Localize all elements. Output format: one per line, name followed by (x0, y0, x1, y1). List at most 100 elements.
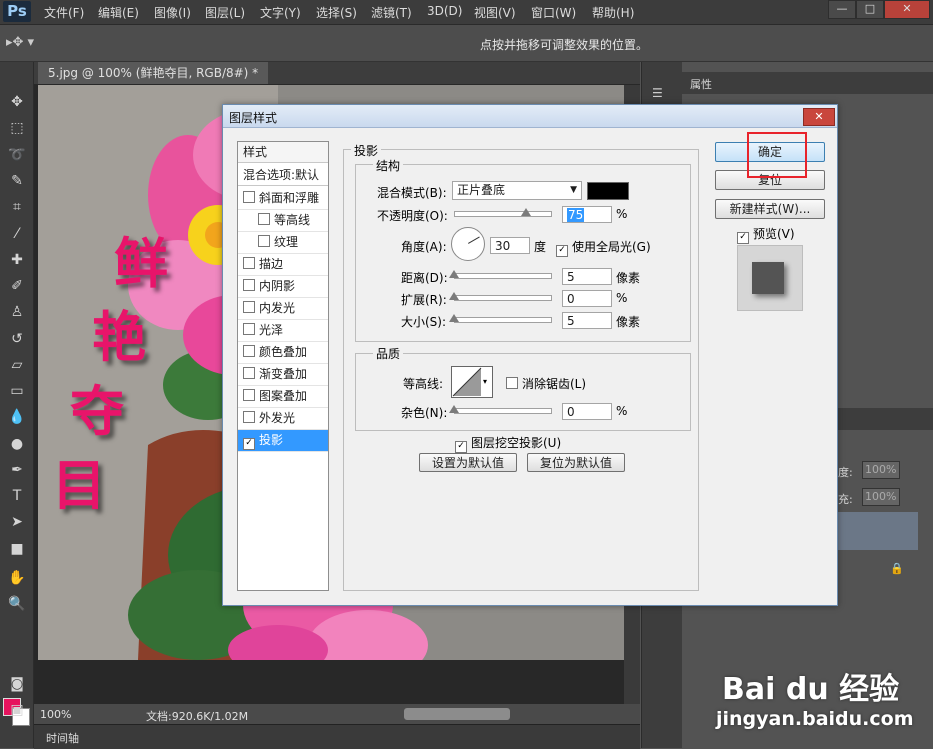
noise-field[interactable]: 0 (562, 403, 612, 420)
antialias-checkbox[interactable]: 消除锯齿(L) (506, 375, 586, 392)
layer-opacity-field[interactable]: 100% (862, 461, 900, 479)
document-tab[interactable]: 5.jpg @ 100% (鲜艳夺目, RGB/8#) * (38, 62, 269, 84)
style-checkbox-icon[interactable] (243, 367, 255, 379)
eyedropper-tool-icon[interactable]: ⁄ (7, 224, 27, 244)
minimize-button[interactable]: — (828, 0, 856, 19)
brush-tool-icon[interactable]: ✐ (7, 276, 27, 296)
type-tool-icon[interactable]: T (7, 486, 27, 506)
distance-field[interactable]: 5 (562, 268, 612, 285)
layer-fill-field[interactable]: 100% (862, 488, 900, 506)
style-item[interactable]: 等高线 (238, 210, 328, 232)
style-item[interactable]: ✓ 投影 (238, 430, 328, 452)
quick-mask-icon[interactable]: ◙ (7, 674, 27, 694)
selected-layer-row[interactable] (838, 512, 918, 550)
angle-field[interactable]: 30 (490, 237, 530, 254)
style-item[interactable]: 图案叠加 (238, 386, 328, 408)
dialog-close-button[interactable]: ✕ (803, 108, 835, 126)
style-checkbox-icon[interactable] (243, 191, 255, 203)
blur-tool-icon[interactable]: 💧 (7, 407, 27, 427)
zoom-level[interactable]: 100% (40, 708, 71, 721)
spread-slider-thumb[interactable] (449, 292, 459, 300)
menu-filter[interactable]: 滤镜(T) (371, 4, 412, 21)
blend-mode-select[interactable]: 正片叠底 ▼ (452, 181, 582, 200)
style-checkbox-icon[interactable] (243, 411, 255, 423)
opacity-field[interactable]: 75 (562, 206, 612, 223)
style-item[interactable]: 纹理 (238, 232, 328, 254)
style-item[interactable]: 渐变叠加 (238, 364, 328, 386)
distance-slider[interactable] (454, 273, 552, 279)
shape-tool-icon[interactable]: ■ (7, 539, 27, 559)
menu-layer[interactable]: 图层(L) (205, 4, 245, 21)
style-item[interactable]: 描边 (238, 254, 328, 276)
noise-slider-thumb[interactable] (449, 405, 459, 413)
global-light-checkbox[interactable]: ✓ 使用全局光(G) (556, 238, 651, 257)
style-item[interactable]: 外发光 (238, 408, 328, 430)
style-item[interactable]: 斜面和浮雕 (238, 188, 328, 210)
style-checkbox-icon[interactable] (243, 257, 255, 269)
history-panel-icon[interactable]: ☰ (652, 86, 672, 102)
styles-header[interactable]: 样式 (238, 142, 328, 163)
noise-slider[interactable] (454, 408, 552, 414)
shadow-color-swatch[interactable] (587, 182, 629, 200)
opacity-slider[interactable] (454, 211, 552, 217)
quick-select-tool-icon[interactable]: ✎ (7, 171, 27, 191)
style-checkbox-icon[interactable] (243, 301, 255, 313)
spread-slider[interactable] (454, 295, 552, 301)
screen-mode-icon[interactable]: ▣ (7, 700, 27, 720)
properties-tab[interactable]: 属性 (690, 76, 712, 92)
knockout-checkbox[interactable]: ✓ 图层挖空投影(U) (455, 434, 561, 453)
window-close-button[interactable]: ✕ (884, 0, 930, 19)
style-item[interactable]: 光泽 (238, 320, 328, 342)
angle-dial[interactable] (451, 227, 485, 261)
style-checkbox-icon[interactable] (243, 279, 255, 291)
style-checkbox-icon[interactable] (243, 323, 255, 335)
horizontal-scroll-thumb[interactable] (404, 708, 510, 720)
gradient-tool-icon[interactable]: ▭ (7, 381, 27, 401)
style-checkbox-icon[interactable] (243, 389, 255, 401)
spread-field[interactable]: 0 (562, 290, 612, 307)
contour-picker[interactable]: ▾ (451, 366, 493, 398)
reset-default-button[interactable]: 复位为默认值 (527, 453, 625, 472)
move-tool-preset-icon[interactable]: ▸✥ ▾ (6, 33, 40, 53)
distance-slider-thumb[interactable] (449, 270, 459, 278)
menu-edit[interactable]: 编辑(E) (98, 4, 139, 21)
style-checkbox-icon[interactable] (258, 213, 270, 225)
menu-3d[interactable]: 3D(D) (427, 4, 462, 18)
restore-button[interactable]: □ (856, 0, 884, 19)
clone-stamp-tool-icon[interactable]: ♙ (7, 302, 27, 322)
crop-tool-icon[interactable]: ⌗ (7, 197, 27, 217)
menu-file[interactable]: 文件(F) (44, 4, 84, 21)
menu-image[interactable]: 图像(I) (154, 4, 191, 21)
new-style-button[interactable]: 新建样式(W)... (715, 199, 825, 219)
style-checkbox-icon[interactable] (243, 345, 255, 357)
timeline-panel-tab[interactable]: 时间轴 (34, 724, 640, 749)
zoom-tool-icon[interactable]: 🔍 (7, 594, 27, 614)
marquee-tool-icon[interactable]: ⬚ (7, 118, 27, 138)
menu-window[interactable]: 窗口(W) (531, 4, 576, 21)
menu-type[interactable]: 文字(Y) (260, 4, 301, 21)
style-item[interactable]: 内发光 (238, 298, 328, 320)
size-slider-thumb[interactable] (449, 314, 459, 322)
healing-brush-tool-icon[interactable]: ✚ (7, 250, 27, 270)
size-slider[interactable] (454, 317, 552, 323)
style-checkbox-icon[interactable] (258, 235, 270, 247)
lasso-tool-icon[interactable]: ➰ (7, 145, 27, 165)
dodge-tool-icon[interactable]: ● (7, 434, 27, 454)
history-brush-tool-icon[interactable]: ↺ (7, 329, 27, 349)
style-item[interactable]: 内阴影 (238, 276, 328, 298)
menu-view[interactable]: 视图(V) (474, 4, 516, 21)
path-select-tool-icon[interactable]: ➤ (7, 512, 27, 532)
style-item[interactable]: 颜色叠加 (238, 342, 328, 364)
blending-options-item[interactable]: 混合选项:默认 (238, 165, 328, 186)
move-tool-icon[interactable]: ✥ (7, 92, 27, 112)
opacity-slider-thumb[interactable] (521, 208, 531, 216)
size-field[interactable]: 5 (562, 312, 612, 329)
preview-checkbox[interactable]: ✓ 预览(V) (737, 225, 795, 244)
style-checkbox-icon[interactable]: ✓ (243, 438, 255, 450)
set-default-button[interactable]: 设置为默认值 (419, 453, 517, 472)
menu-help[interactable]: 帮助(H) (592, 4, 634, 21)
menu-select[interactable]: 选择(S) (316, 4, 357, 21)
hand-tool-icon[interactable]: ✋ (7, 568, 27, 588)
pen-tool-icon[interactable]: ✒ (7, 460, 27, 480)
eraser-tool-icon[interactable]: ▱ (7, 355, 27, 375)
